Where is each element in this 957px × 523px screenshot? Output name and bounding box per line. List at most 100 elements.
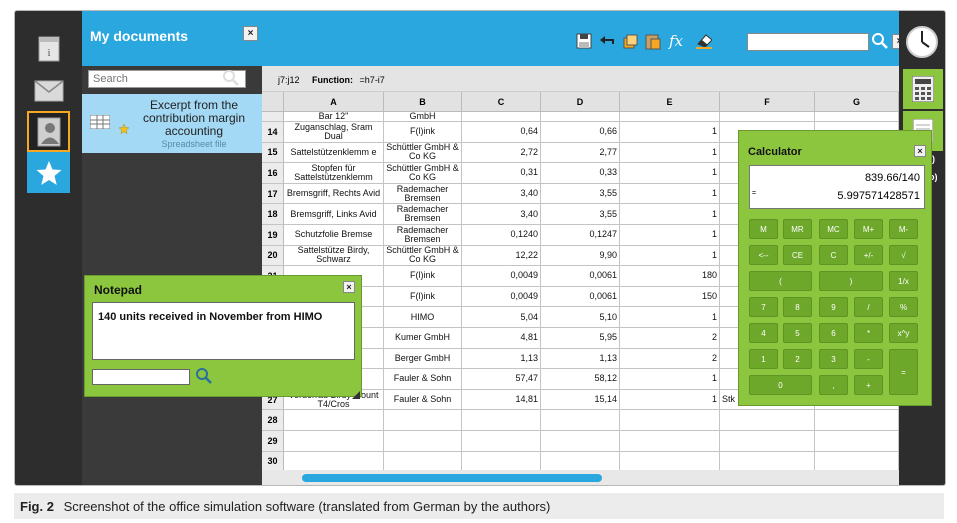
- copy-icon[interactable]: [622, 33, 638, 49]
- table-cell[interactable]: HIMO: [384, 307, 462, 328]
- table-cell[interactable]: Bar 12": [284, 112, 384, 122]
- mail-icon[interactable]: [29, 71, 68, 110]
- eraser-icon[interactable]: [696, 33, 712, 49]
- column-header[interactable]: E: [620, 92, 720, 112]
- table-cell[interactable]: [815, 410, 899, 431]
- table-cell[interactable]: [384, 431, 462, 452]
- table-cell[interactable]: 1: [620, 122, 720, 143]
- table-cell[interactable]: Berger GmbH: [384, 348, 462, 370]
- table-cell[interactable]: Schüttler GmbH & Co KG: [384, 163, 462, 184]
- table-cell[interactable]: 14,81: [462, 389, 541, 411]
- table-cell[interactable]: 1,13: [541, 348, 620, 370]
- column-header[interactable]: B: [384, 92, 462, 112]
- table-cell[interactable]: [815, 112, 899, 122]
- table-cell[interactable]: 0,0049: [462, 286, 541, 308]
- calc-key[interactable]: %: [889, 297, 918, 317]
- notepad-text-area[interactable]: 140 units received in November from HIMO: [92, 302, 355, 360]
- table-cell[interactable]: 1: [620, 307, 720, 328]
- calc-key[interactable]: ): [819, 271, 883, 291]
- row-header[interactable]: 15: [262, 142, 284, 164]
- table-cell[interactable]: Bremsgriff, Links Avid: [284, 204, 384, 225]
- table-cell[interactable]: 150: [620, 286, 720, 308]
- calc-key[interactable]: +: [854, 375, 883, 395]
- info-icon[interactable]: i: [29, 29, 68, 68]
- table-cell[interactable]: Schutzfolie Bremse: [284, 225, 384, 246]
- table-cell[interactable]: [720, 431, 815, 452]
- search-icon[interactable]: [222, 69, 240, 92]
- star-icon[interactable]: [118, 121, 130, 139]
- table-cell[interactable]: 0,0061: [541, 286, 620, 308]
- calc-key[interactable]: C: [819, 245, 848, 265]
- calc-key[interactable]: 0: [749, 375, 812, 395]
- calc-key[interactable]: <--: [749, 245, 778, 265]
- table-cell[interactable]: Schüttler GmbH & Co KG: [384, 245, 462, 267]
- column-header[interactable]: A: [284, 92, 384, 112]
- grid-corner[interactable]: [262, 92, 284, 112]
- calc-key[interactable]: 8: [783, 297, 812, 317]
- table-cell[interactable]: 1: [620, 183, 720, 205]
- calc-key[interactable]: M-: [889, 219, 918, 239]
- table-cell[interactable]: F(l)ink: [384, 266, 462, 287]
- horizontal-scrollbar[interactable]: [262, 470, 899, 485]
- table-cell[interactable]: Stopfen für Sattelstützenklemm: [284, 163, 384, 184]
- table-cell[interactable]: [384, 451, 462, 470]
- paste-icon[interactable]: [645, 33, 661, 50]
- table-cell[interactable]: [620, 112, 720, 122]
- toolbar-search-icon[interactable]: [871, 32, 889, 55]
- table-cell[interactable]: 0,31: [462, 163, 541, 184]
- table-cell[interactable]: [541, 410, 620, 431]
- resize-handle-icon[interactable]: [352, 386, 360, 404]
- table-cell[interactable]: 0,64: [462, 122, 541, 143]
- row-header[interactable]: 20: [262, 245, 284, 267]
- table-cell[interactable]: [541, 431, 620, 452]
- favorites-star-icon[interactable]: [27, 152, 70, 193]
- table-cell[interactable]: 0,0049: [462, 266, 541, 287]
- table-cell[interactable]: 5,04: [462, 307, 541, 328]
- column-header[interactable]: C: [462, 92, 541, 112]
- calc-key[interactable]: *: [854, 323, 883, 343]
- row-header[interactable]: 30: [262, 451, 284, 470]
- calc-key[interactable]: (: [749, 271, 812, 291]
- table-cell[interactable]: 9,90: [541, 245, 620, 267]
- table-cell[interactable]: 58,12: [541, 369, 620, 390]
- table-cell[interactable]: 2: [620, 328, 720, 349]
- function-fx-icon[interactable]: fx: [668, 32, 684, 50]
- table-cell[interactable]: 1: [620, 389, 720, 411]
- table-cell[interactable]: Rademacher Bremsen: [384, 183, 462, 205]
- close-documents-icon[interactable]: ×: [243, 26, 258, 41]
- calc-key[interactable]: -: [854, 349, 883, 369]
- table-cell[interactable]: Fauler & Sohn: [384, 389, 462, 411]
- table-cell[interactable]: 1: [620, 204, 720, 225]
- table-cell[interactable]: Kumer GmbH: [384, 328, 462, 349]
- table-cell[interactable]: 5,95: [541, 328, 620, 349]
- table-cell[interactable]: 1: [620, 225, 720, 246]
- table-cell[interactable]: Rademacher Bremsen: [384, 204, 462, 225]
- table-cell[interactable]: 3,40: [462, 204, 541, 225]
- clock-icon[interactable]: [905, 25, 939, 64]
- table-cell[interactable]: 2,72: [462, 142, 541, 164]
- table-cell[interactable]: 1: [620, 142, 720, 164]
- table-cell[interactable]: 3,40: [462, 183, 541, 205]
- table-cell[interactable]: Rademacher Bremsen: [384, 225, 462, 246]
- save-icon[interactable]: [576, 33, 592, 49]
- table-cell[interactable]: 57,47: [462, 369, 541, 390]
- table-cell[interactable]: 5,10: [541, 307, 620, 328]
- table-cell[interactable]: [815, 431, 899, 452]
- calc-key[interactable]: M+: [854, 219, 883, 239]
- table-cell[interactable]: [541, 451, 620, 470]
- calc-key[interactable]: 2: [783, 349, 812, 369]
- calc-key[interactable]: x^y: [889, 323, 918, 343]
- table-cell[interactable]: [462, 112, 541, 122]
- table-cell[interactable]: 3,55: [541, 204, 620, 225]
- table-cell[interactable]: 2: [620, 348, 720, 370]
- undo-icon[interactable]: [599, 33, 615, 49]
- table-cell[interactable]: Sattelstützenklemm e: [284, 142, 384, 164]
- table-cell[interactable]: 1,13: [462, 348, 541, 370]
- row-header[interactable]: 19: [262, 225, 284, 246]
- calc-key[interactable]: =: [889, 349, 918, 395]
- function-value[interactable]: =h7-i7: [360, 75, 385, 85]
- calc-key[interactable]: √: [889, 245, 918, 265]
- close-notepad-icon[interactable]: ×: [343, 281, 355, 293]
- table-cell[interactable]: [620, 410, 720, 431]
- calculator-icon[interactable]: [903, 69, 943, 109]
